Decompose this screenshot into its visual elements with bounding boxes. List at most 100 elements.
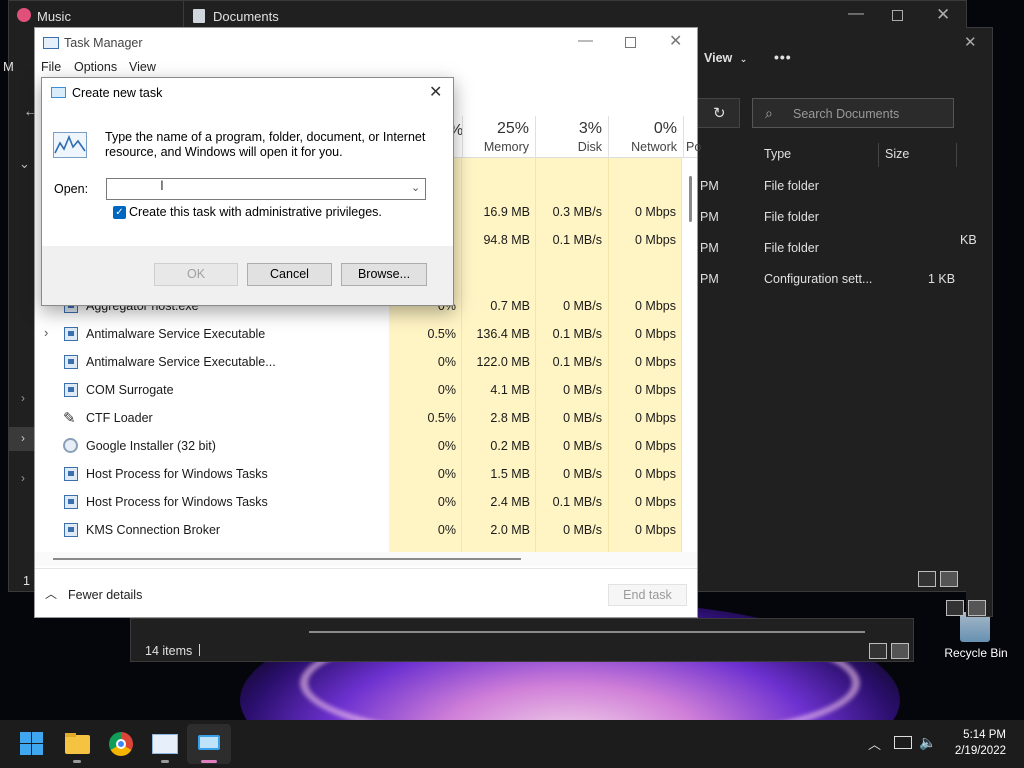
cpu-cell: 0% xyxy=(437,355,456,369)
process-name: KMS Connection Broker xyxy=(86,523,221,537)
task-manager-footer: ︿ Fewer details End task xyxy=(35,568,697,618)
cpu-cell: 0% xyxy=(437,439,456,453)
disk-header-label[interactable]: Disk xyxy=(539,140,602,154)
clock-date[interactable]: 2/19/2022 xyxy=(940,745,1006,757)
details-view-icon[interactable] xyxy=(869,643,887,659)
start-button[interactable] xyxy=(16,728,48,760)
show-hidden-icons-chevron-icon[interactable]: ︿ xyxy=(868,734,881,753)
row-date-suffix: PM xyxy=(700,241,719,255)
network-header-pct[interactable]: 0% xyxy=(611,120,677,138)
minimize-button[interactable]: — xyxy=(578,32,593,49)
ok-button[interactable]: OK xyxy=(154,263,238,286)
search-input[interactable]: Search Documents xyxy=(793,107,899,121)
chrome-taskbar-button[interactable] xyxy=(105,728,137,760)
cpu-cell: 0% xyxy=(437,383,456,397)
refresh-icon: ↻ xyxy=(713,105,726,122)
menu-options[interactable]: Options xyxy=(74,60,117,74)
memory-cell: 2.8 MB xyxy=(490,411,530,425)
partial-size-kb: KB xyxy=(960,233,977,247)
clock-time[interactable]: 5:14 PM xyxy=(946,729,1006,741)
process-icon xyxy=(64,383,78,397)
process-name: COM Surrogate xyxy=(86,383,174,397)
network-cell: 0 Mbps xyxy=(635,495,676,509)
pencil-icon: ✎ xyxy=(63,410,76,427)
run-dialog-taskbar-button[interactable] xyxy=(187,724,231,764)
table-row[interactable]: Host Process for Windows Tasks 0% 1.5 MB… xyxy=(35,460,697,488)
disk-header-pct[interactable]: 3% xyxy=(539,120,602,138)
browse-button[interactable]: Browse... xyxy=(341,263,427,286)
power-header-label[interactable]: Po xyxy=(686,140,701,154)
table-row[interactable]: › Antimalware Service Executable 0.5% 13… xyxy=(35,320,697,348)
nav-chevron-icon[interactable]: › xyxy=(21,391,25,405)
dropdown-chevron-icon[interactable]: ⌄ xyxy=(411,181,420,194)
refresh-button[interactable]: ↻ xyxy=(696,98,740,128)
minimize-button[interactable]: — xyxy=(848,5,864,23)
row-date-suffix: PM xyxy=(700,179,719,193)
table-row[interactable]: Antimalware Service Executable... 0% 122… xyxy=(35,348,697,376)
table-row[interactable]: Google Installer (32 bit) 0% 0.2 MB 0 MB… xyxy=(35,432,697,460)
view-button[interactable]: View ⌄ xyxy=(704,51,747,65)
nav-chevron-icon-3[interactable]: › xyxy=(21,471,25,485)
view-chevron-icon: ⌄ xyxy=(739,54,748,64)
network-header-label[interactable]: Network xyxy=(611,140,677,154)
process-name: Host Process for Windows Tasks xyxy=(86,467,268,481)
folder-icon xyxy=(65,735,90,754)
open-combobox[interactable]: I ⌄ xyxy=(106,177,426,200)
close-button[interactable]: ✕ xyxy=(964,33,977,51)
fewer-details-button[interactable]: Fewer details xyxy=(68,588,142,602)
maximize-button[interactable] xyxy=(892,10,903,21)
column-size[interactable]: Size xyxy=(885,147,909,161)
task-manager-taskbar-button[interactable] xyxy=(149,728,181,760)
taskbar: ︿ 🔈 5:14 PM 2/19/2022 xyxy=(0,720,1024,768)
horizontal-scrollbar[interactable] xyxy=(53,558,521,560)
search-box[interactable]: ⌕ Search Documents xyxy=(752,98,954,128)
menu-view[interactable]: View xyxy=(129,60,156,74)
admin-checkbox[interactable]: ✓ xyxy=(113,206,126,219)
header-divider xyxy=(608,116,609,158)
table-row[interactable]: ✎ CTF Loader 0.5% 2.8 MB 0 MB/s 0 Mbps xyxy=(35,404,697,432)
cancel-button[interactable]: Cancel xyxy=(247,263,332,286)
end-task-button[interactable]: End task xyxy=(608,584,687,606)
documents-window-title: Documents xyxy=(213,9,279,24)
volume-icon[interactable]: 🔈 xyxy=(919,734,936,751)
expand-chevron-icon[interactable]: › xyxy=(44,325,48,340)
memory-header-pct[interactable]: 25% xyxy=(469,120,529,138)
more-options-button[interactable]: ••• xyxy=(774,49,792,65)
task-manager-icon xyxy=(43,37,59,49)
table-row[interactable]: Host Process for Windows Tasks 0% 2.4 MB… xyxy=(35,488,697,516)
close-button[interactable]: ✕ xyxy=(669,31,682,51)
admin-checkbox-label: Create this task with administrative pri… xyxy=(129,205,382,219)
chevron-up-icon[interactable]: ︿ xyxy=(45,585,57,602)
disk-cell: 0.3 MB/s xyxy=(552,205,602,219)
table-row[interactable]: KMS Connection Broker 0% 2.0 MB 0 MB/s 0… xyxy=(35,516,697,544)
row-size: 1 KB xyxy=(928,272,956,286)
nav-chevron-icon-2: › xyxy=(21,431,25,445)
details-view-icon[interactable] xyxy=(946,600,964,616)
header-divider xyxy=(462,116,463,158)
create-new-task-dialog: Create new task ✕ Type the name of a pro… xyxy=(41,77,454,306)
memory-header-label[interactable]: Memory xyxy=(469,140,529,154)
close-button[interactable]: ✕ xyxy=(936,5,950,25)
recycle-bin[interactable]: Recycle Bin xyxy=(944,610,1008,680)
file-explorer-taskbar-button[interactable] xyxy=(61,728,93,760)
tiles-view-icon[interactable] xyxy=(891,643,909,659)
network-icon[interactable] xyxy=(894,736,912,749)
disk-cell: 0 MB/s xyxy=(563,467,602,481)
maximize-button[interactable] xyxy=(625,37,636,48)
task-manager-title: Task Manager xyxy=(64,36,143,50)
vertical-scrollbar[interactable] xyxy=(689,176,692,222)
column-type[interactable]: Type xyxy=(764,147,791,161)
tiles-view-icon[interactable] xyxy=(968,600,986,616)
tiles-view-icon[interactable] xyxy=(940,571,958,587)
network-cell: 0 Mbps xyxy=(635,439,676,453)
close-button[interactable]: ✕ xyxy=(429,82,442,102)
back-explorer-scrollbar[interactable] xyxy=(309,631,865,633)
process-name: Host Process for Windows Tasks xyxy=(86,495,268,509)
menu-file[interactable]: File xyxy=(41,60,61,74)
table-row[interactable]: COM Surrogate 0% 4.1 MB 0 MB/s 0 Mbps xyxy=(35,376,697,404)
process-name: Google Installer (32 bit) xyxy=(86,439,216,453)
chrome-center xyxy=(116,739,126,749)
chevron-down-icon[interactable]: ⌄ xyxy=(19,156,30,172)
details-view-icon[interactable] xyxy=(918,571,936,587)
memory-cell: 136.4 MB xyxy=(476,327,530,341)
